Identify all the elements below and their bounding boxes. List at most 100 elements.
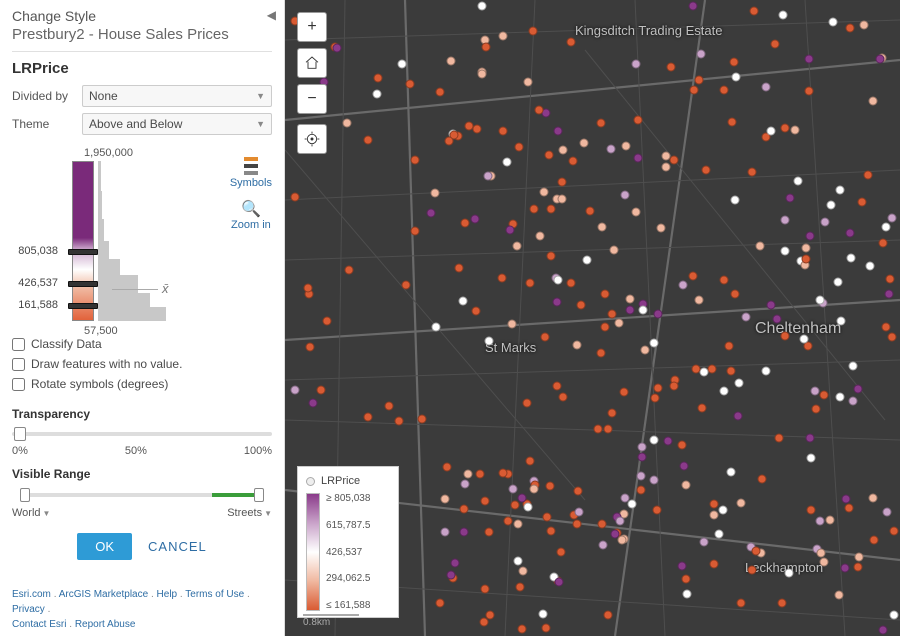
range-min-dropdown[interactable]: World ▼ [12, 507, 50, 519]
data-point [385, 402, 394, 411]
data-point [806, 232, 815, 241]
data-point [710, 511, 719, 520]
data-point [516, 583, 525, 592]
data-point [882, 223, 891, 232]
data-point [679, 281, 688, 290]
data-point [725, 342, 734, 351]
cancel-button[interactable]: CANCEL [148, 533, 207, 560]
data-point [664, 437, 673, 446]
divided-by-dropdown[interactable]: None ▼ [82, 85, 272, 107]
zoom-in-button[interactable]: + [297, 12, 327, 42]
legend-ticks: ≥ 805,038 615,787.5 426,537 294,062.5 ≤ … [326, 493, 371, 611]
data-point [811, 387, 820, 396]
zoom-out-button[interactable]: − [297, 84, 327, 114]
data-point [547, 252, 556, 261]
data-point [536, 232, 545, 241]
data-point [849, 397, 858, 406]
data-point [441, 528, 450, 537]
footer-link[interactable]: Privacy [12, 604, 45, 615]
data-point [539, 610, 548, 619]
data-point [604, 611, 613, 620]
data-point [730, 58, 739, 67]
data-point [802, 255, 811, 264]
data-point [802, 244, 811, 253]
data-point [888, 333, 897, 342]
data-point [559, 393, 568, 402]
ramp-handle-mid[interactable] [68, 281, 98, 287]
footer-link[interactable]: Contact Esri [12, 619, 66, 630]
data-point [854, 385, 863, 394]
data-point [542, 624, 551, 633]
data-point [698, 404, 707, 413]
data-point [547, 527, 556, 536]
theme-dropdown[interactable]: Above and Below ▼ [82, 113, 272, 135]
place-label-cheltenham: Cheltenham [755, 320, 841, 338]
data-point [700, 368, 709, 377]
data-point [398, 60, 407, 69]
data-point [854, 563, 863, 572]
footer-link[interactable]: Help [157, 589, 178, 600]
data-point [670, 156, 679, 165]
symbols-link[interactable]: Symbols [230, 157, 272, 189]
data-point [778, 599, 787, 608]
footer-link[interactable]: Report Abuse [75, 619, 136, 630]
locate-button[interactable] [297, 124, 327, 154]
map-controls: + − [297, 12, 327, 154]
data-point [826, 516, 835, 525]
ramp-handle-upper[interactable] [68, 249, 98, 255]
rotate-checkbox[interactable] [12, 378, 25, 391]
data-point [886, 275, 895, 284]
data-point [767, 301, 776, 310]
data-point [692, 365, 701, 374]
visible-range-slider[interactable] [12, 485, 272, 505]
data-point [682, 575, 691, 584]
color-ramp[interactable] [72, 161, 94, 321]
data-point [441, 495, 450, 504]
theme-label: Theme [12, 117, 76, 131]
hist-max-label: 1,950,000 [84, 147, 133, 159]
data-point [395, 417, 404, 426]
novalue-checkbox[interactable] [12, 358, 25, 371]
data-point [756, 242, 765, 251]
data-point [291, 386, 300, 395]
data-point [816, 517, 825, 526]
data-point [608, 409, 617, 418]
footer-link[interactable]: Esri.com [12, 589, 51, 600]
data-point [573, 520, 582, 529]
zoom-in-link[interactable]: 🔍 Zoom in [230, 199, 272, 231]
data-point [806, 434, 815, 443]
data-point [402, 281, 411, 290]
data-point [343, 119, 352, 128]
data-point [514, 557, 523, 566]
data-point [610, 246, 619, 255]
data-point [498, 274, 507, 283]
data-point [632, 208, 641, 217]
data-point [689, 272, 698, 281]
ramp-handle-lower[interactable] [68, 303, 98, 309]
data-point [583, 256, 592, 265]
data-point [476, 470, 485, 479]
home-button[interactable] [297, 48, 327, 78]
data-point [634, 116, 643, 125]
data-point [637, 472, 646, 481]
data-point [459, 297, 468, 306]
data-point [678, 562, 687, 571]
map-canvas[interactable]: Kingsditch Trading Estate St Marks Chelt… [285, 0, 900, 636]
footer-link[interactable]: Terms of Use [185, 589, 244, 600]
ok-button[interactable]: OK [77, 533, 132, 560]
legend-gradient [306, 493, 320, 611]
footer-link[interactable]: ArcGIS Marketplace [59, 589, 148, 600]
data-point [890, 527, 899, 536]
style-panel: Change Style Prestbury2 - House Sales Pr… [0, 0, 285, 636]
data-point [680, 462, 689, 471]
range-max-dropdown[interactable]: Streets ▼ [227, 507, 272, 519]
data-point [727, 468, 736, 477]
data-point [526, 279, 535, 288]
data-point [805, 87, 814, 96]
data-point [518, 494, 527, 503]
classify-checkbox[interactable] [12, 338, 25, 351]
collapse-panel-icon[interactable]: ◀ [267, 8, 276, 22]
transparency-slider[interactable] [12, 425, 272, 443]
data-point [715, 530, 724, 539]
data-point [690, 86, 699, 95]
